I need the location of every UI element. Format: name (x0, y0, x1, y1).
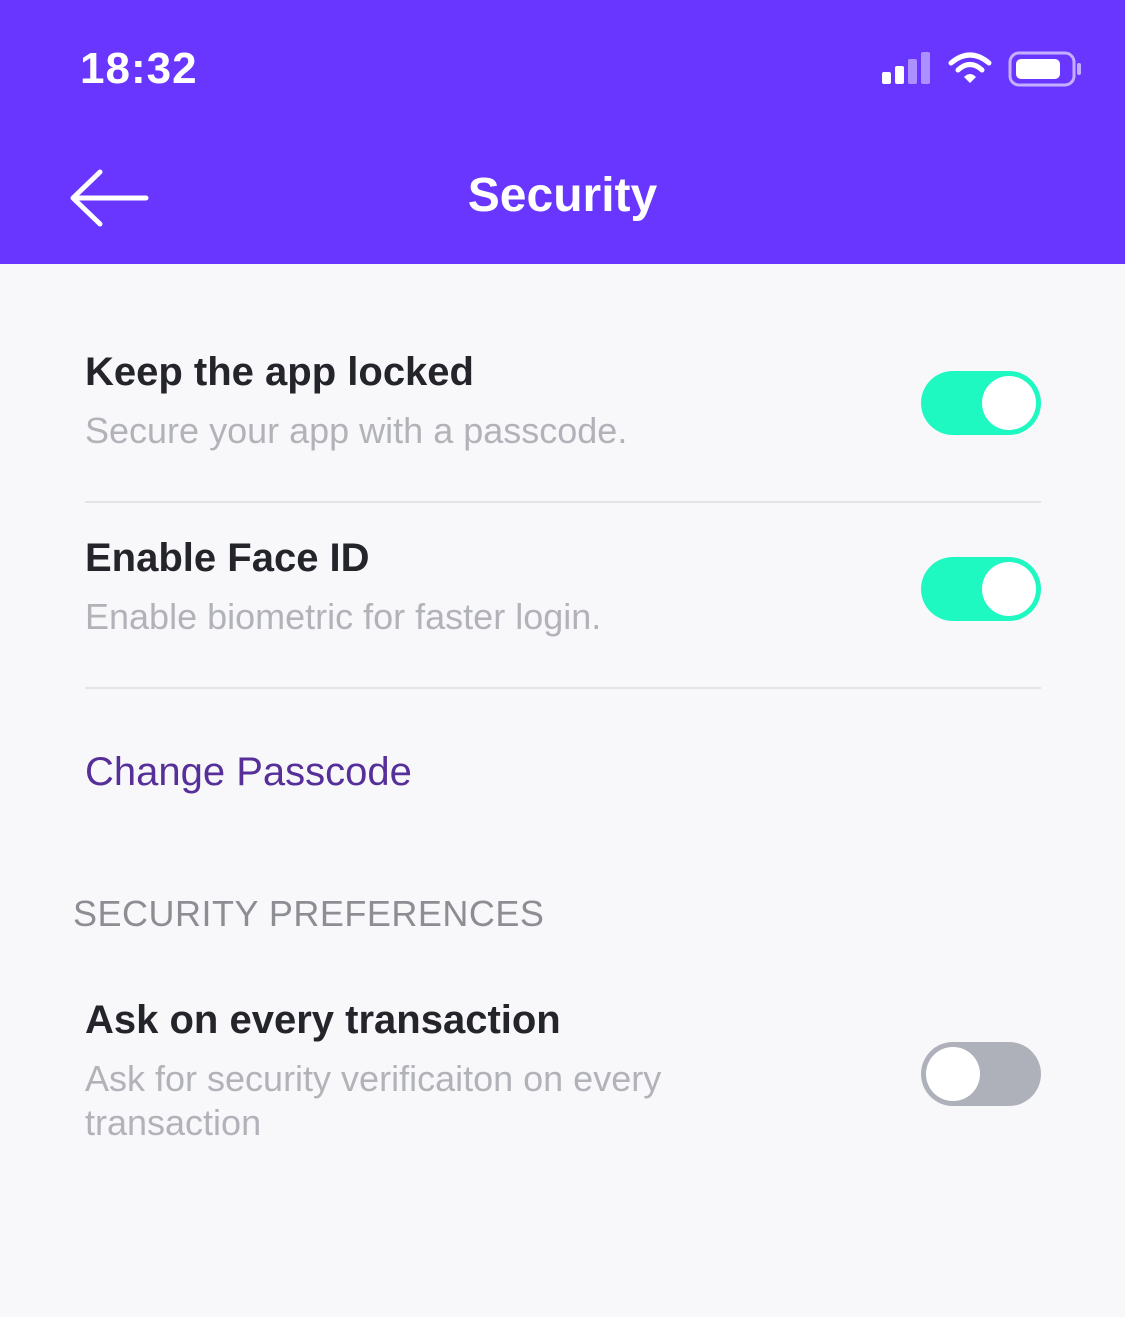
battery-icon (1008, 51, 1081, 87)
setting-title: Ask on every transaction (85, 998, 561, 1042)
change-passcode-link[interactable]: Change Passcode (85, 750, 412, 795)
toggle-knob (982, 376, 1036, 430)
setting-description: Secure your app with a passcode. (85, 410, 628, 451)
section-header-security-preferences: SECURITY PREFERENCES (73, 893, 545, 934)
toggle-knob (926, 1047, 980, 1101)
setting-description: Ask for security verificaiton on every t… (85, 1058, 662, 1143)
keep-app-locked-toggle[interactable] (921, 371, 1041, 435)
setting-enable-face-id: Enable Face ID Enable biometric for fast… (85, 536, 1041, 639)
cellular-signal-icon (882, 52, 930, 84)
toggle-knob (982, 562, 1036, 616)
page-title: Security (467, 169, 658, 222)
status-time: 18:32 (80, 44, 198, 93)
ask-every-transaction-toggle[interactable] (921, 1042, 1041, 1106)
setting-title: Keep the app locked (85, 350, 474, 394)
setting-ask-every-transaction: Ask on every transaction Ask for securit… (85, 998, 785, 1145)
setting-keep-app-locked: Keep the app locked Secure your app with… (85, 350, 1041, 453)
divider (85, 687, 1041, 689)
app-header: 18:32 Security (0, 0, 1125, 264)
setting-description: Enable biometric for faster login. (85, 596, 602, 637)
wifi-icon (948, 52, 992, 83)
setting-title: Enable Face ID (85, 536, 370, 580)
face-id-toggle[interactable] (921, 557, 1041, 621)
divider (85, 501, 1041, 503)
